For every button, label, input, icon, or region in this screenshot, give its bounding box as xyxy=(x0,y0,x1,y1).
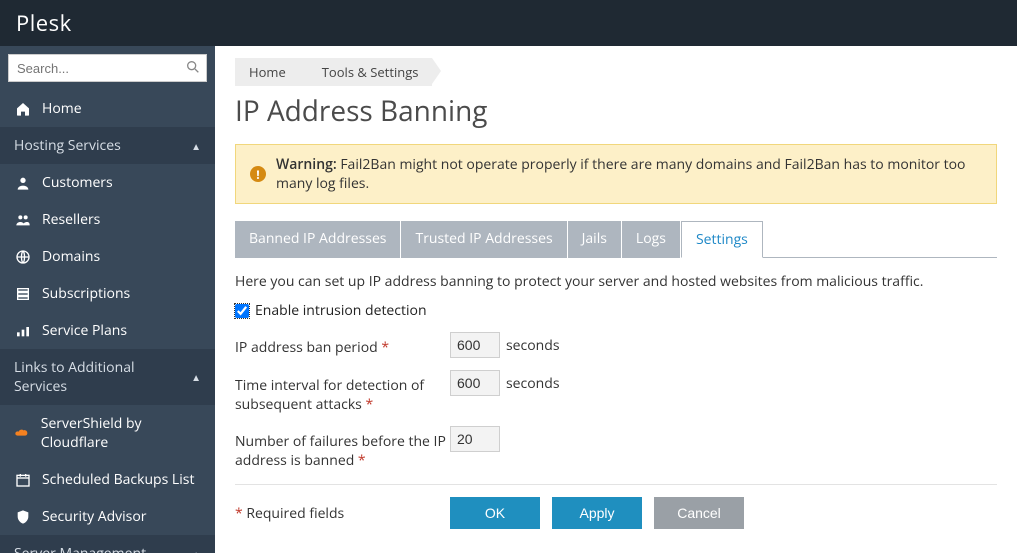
chevron-up-icon: ▲ xyxy=(191,547,201,553)
cloudflare-icon xyxy=(14,425,31,441)
sidebar-item-customers[interactable]: Customers xyxy=(0,164,215,201)
search-input[interactable] xyxy=(8,54,207,82)
section-label: Links to Additional Services xyxy=(14,358,191,396)
list-icon xyxy=(14,286,32,302)
tabs: Banned IP Addresses Trusted IP Addresses… xyxy=(235,220,997,258)
sidebar-item-subscriptions[interactable]: Subscriptions xyxy=(0,275,215,312)
sidebar-item-label: Home xyxy=(42,99,82,118)
sidebar-item-label: Customers xyxy=(42,173,113,192)
alert-prefix: Warning: xyxy=(276,155,337,174)
warning-alert: ! Warning: Fail2Ban might not operate pr… xyxy=(235,144,997,204)
sidebar-item-label: Security Advisor xyxy=(42,507,147,526)
shield-icon xyxy=(14,509,32,525)
ban-period-unit: seconds xyxy=(506,336,559,355)
apply-button[interactable]: Apply xyxy=(552,497,642,529)
enable-intrusion-checkbox[interactable] xyxy=(235,304,249,318)
alert-text: Fail2Ban might not operate properly if t… xyxy=(276,155,965,193)
chevron-up-icon: ▲ xyxy=(191,370,201,384)
enable-intrusion-label: Enable intrusion detection xyxy=(255,301,427,320)
section-label: Server Management xyxy=(14,544,146,553)
globe-icon xyxy=(14,249,32,265)
brand-logo: Plesk xyxy=(16,8,72,38)
tab-jails[interactable]: Jails xyxy=(568,221,622,258)
home-icon xyxy=(14,101,32,117)
main-content: Home Tools & Settings IP Address Banning… xyxy=(215,46,1017,553)
interval-unit: seconds xyxy=(506,374,559,393)
page-title: IP Address Banning xyxy=(235,92,997,130)
required-footnote: * Required fields xyxy=(235,504,450,523)
interval-input[interactable] xyxy=(450,370,500,396)
sidebar-item-label: Domains xyxy=(42,247,100,266)
sidebar-item-servershield[interactable]: ServerShield by Cloudflare xyxy=(0,405,215,461)
tab-logs[interactable]: Logs xyxy=(622,221,681,258)
sidebar-item-resellers[interactable]: Resellers xyxy=(0,201,215,238)
sidebar-item-service-plans[interactable]: Service Plans xyxy=(0,312,215,349)
search-icon[interactable] xyxy=(185,59,201,75)
interval-label: Time interval for detection of subsequen… xyxy=(235,376,424,414)
sidebar-item-label: Resellers xyxy=(42,210,100,229)
tab-settings[interactable]: Settings xyxy=(681,221,763,258)
sidebar-item-label: Service Plans xyxy=(42,321,127,340)
section-label: Hosting Services xyxy=(14,136,121,155)
divider xyxy=(235,484,997,485)
failures-input[interactable] xyxy=(450,426,500,452)
cancel-button[interactable]: Cancel xyxy=(654,497,744,529)
failures-label: Number of failures before the IP address… xyxy=(235,432,446,470)
sidebar-section-server[interactable]: Server Management ▲ xyxy=(0,535,215,553)
sidebar-item-security-advisor[interactable]: Security Advisor xyxy=(0,498,215,535)
sidebar-section-hosting[interactable]: Hosting Services ▲ xyxy=(0,127,215,164)
required-mark: * xyxy=(381,338,389,357)
tab-trusted-ips[interactable]: Trusted IP Addresses xyxy=(401,221,567,258)
required-mark: * xyxy=(358,451,366,470)
sidebar-item-label: Subscriptions xyxy=(42,284,130,303)
tab-banned-ips[interactable]: Banned IP Addresses xyxy=(235,221,401,258)
calendar-icon xyxy=(14,472,32,488)
ok-button[interactable]: OK xyxy=(450,497,540,529)
person-icon xyxy=(14,175,32,191)
sidebar-section-links[interactable]: Links to Additional Services ▲ xyxy=(0,349,215,405)
app-header: Plesk xyxy=(0,0,1017,46)
warning-icon: ! xyxy=(250,166,266,182)
sidebar-item-backups[interactable]: Scheduled Backups List xyxy=(0,461,215,498)
sidebar-item-home[interactable]: Home xyxy=(0,90,215,127)
breadcrumb: Home Tools & Settings xyxy=(235,58,997,86)
sidebar-item-domains[interactable]: Domains xyxy=(0,238,215,275)
ban-period-label: IP address ban period xyxy=(235,338,381,357)
required-mark: * xyxy=(366,395,374,414)
sidebar: Home Hosting Services ▲ Customers Resell… xyxy=(0,46,215,553)
bars-icon xyxy=(14,323,32,339)
chevron-up-icon: ▲ xyxy=(191,139,201,153)
intro-text: Here you can set up IP address banning t… xyxy=(235,272,997,291)
breadcrumb-home[interactable]: Home xyxy=(235,58,300,86)
sidebar-item-label: ServerShield by Cloudflare xyxy=(41,414,201,452)
breadcrumb-tools[interactable]: Tools & Settings xyxy=(300,58,433,86)
people-icon xyxy=(14,212,32,228)
ban-period-input[interactable] xyxy=(450,332,500,358)
sidebar-item-label: Scheduled Backups List xyxy=(42,470,194,489)
